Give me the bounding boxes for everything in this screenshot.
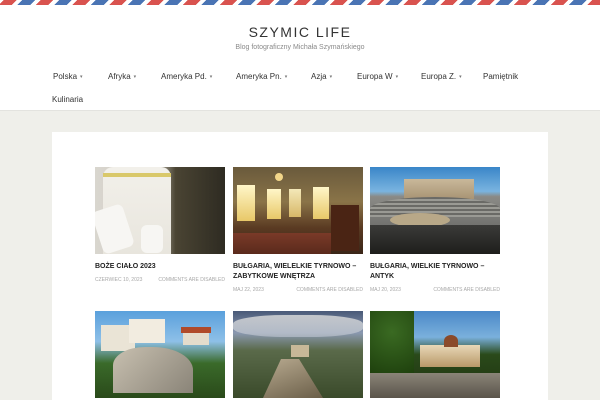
dress-ribbon	[103, 173, 171, 177]
post-card[interactable]: Boże Ciało 2023 Czerwiec 10, 2023 Commen…	[95, 167, 225, 283]
post-card[interactable]	[95, 311, 225, 398]
site-header: SZYMIC LIFE Blog fotograficzny Michała S…	[0, 5, 600, 111]
building-shape	[129, 319, 165, 343]
post-date: Maj 22, 2023	[233, 287, 264, 293]
building-shape	[183, 331, 209, 345]
chevron-down-icon: ▾	[284, 74, 288, 80]
nav-item-afryka[interactable]: Afryka ▾	[108, 72, 136, 81]
window-shape	[267, 189, 281, 219]
chevron-down-icon: ▾	[209, 74, 213, 80]
post-thumbnail-historic-interior[interactable]	[233, 167, 363, 254]
courtyard-shape	[370, 373, 500, 398]
window-shape	[313, 187, 329, 219]
post-title[interactable]: Boże Ciało 2023	[95, 262, 225, 272]
dome-shape	[444, 335, 458, 347]
chevron-down-icon: ▾	[459, 74, 462, 80]
glove-shape	[141, 225, 163, 253]
nav-item-kulinaria[interactable]: Kulinaria	[52, 95, 83, 104]
post-comments-status: Comments are Disabled	[433, 287, 500, 293]
chevron-down-icon: ▾	[329, 74, 333, 80]
carpet-shape	[233, 233, 331, 254]
cabinet-shape	[331, 205, 359, 251]
roof-shape	[181, 327, 211, 333]
nav-item-europa-w[interactable]: Europa W ▾	[357, 72, 398, 81]
ruin-columns-shape	[404, 179, 474, 199]
nav-item-polska[interactable]: Polska ▾	[53, 72, 83, 81]
nav-item-europa-z[interactable]: Europa Z. ▾	[421, 72, 462, 81]
nav-item-ameryka-pd[interactable]: Ameryka Pd. ▾	[161, 72, 212, 81]
cloud-shape	[233, 315, 363, 337]
chevron-down-icon: ▾	[133, 74, 137, 80]
site-title[interactable]: SZYMIC LIFE	[0, 24, 600, 40]
post-thumbnail-monastery-courtyard[interactable]	[370, 311, 500, 398]
tree-shape	[370, 311, 414, 381]
window-shape	[289, 189, 301, 217]
chandelier-shape	[275, 173, 283, 181]
nav-item-azja[interactable]: Azja ▾	[311, 72, 332, 81]
nav-item-ameryka-pn[interactable]: Ameryka Pn. ▾	[236, 72, 287, 81]
nav-item-pamietnik[interactable]: Pamiętnik	[483, 72, 518, 81]
post-thumbnail-hilltop-town[interactable]	[95, 311, 225, 398]
post-thumbnail-cliff-fortress[interactable]	[233, 311, 363, 398]
post-card[interactable]	[233, 311, 363, 398]
post-title[interactable]: Bułgaria, Wielelkie Tyrnowo – Zabytkowe …	[233, 262, 363, 282]
post-thumbnail-ancient-amphitheatre[interactable]	[370, 167, 500, 254]
post-card[interactable]: Bułgaria, Wielelkie Tyrnowo – Zabytkowe …	[233, 167, 363, 293]
monastery-shape	[420, 345, 480, 367]
posts-grid: Boże Ciało 2023 Czerwiec 10, 2023 Commen…	[52, 132, 548, 400]
post-card[interactable]	[370, 311, 500, 398]
post-date: Maj 20, 2023	[370, 287, 401, 293]
post-title[interactable]: Bułgaria, Wielkie Tyrnowo – Antyk	[370, 262, 500, 282]
post-date: Czerwiec 10, 2023	[95, 277, 143, 283]
cliff-shape	[263, 359, 323, 398]
post-thumbnail-girl-in-white-dress[interactable]	[95, 167, 225, 254]
window-shape	[237, 185, 255, 221]
shadow-shape	[370, 225, 500, 254]
fortress-shape	[291, 345, 309, 357]
chevron-down-icon: ▾	[80, 74, 83, 80]
post-card[interactable]: Bułgaria, Wielkie Tyrnowo – Antyk Maj 20…	[370, 167, 500, 293]
chevron-down-icon: ▾	[395, 74, 399, 80]
rock-shape	[113, 347, 193, 393]
site-tagline: Blog fotograficzny Michała Szymańskiego	[235, 44, 365, 51]
post-comments-status: Comments are Disabled	[296, 287, 363, 293]
post-comments-status: Comments are Disabled	[158, 277, 225, 283]
